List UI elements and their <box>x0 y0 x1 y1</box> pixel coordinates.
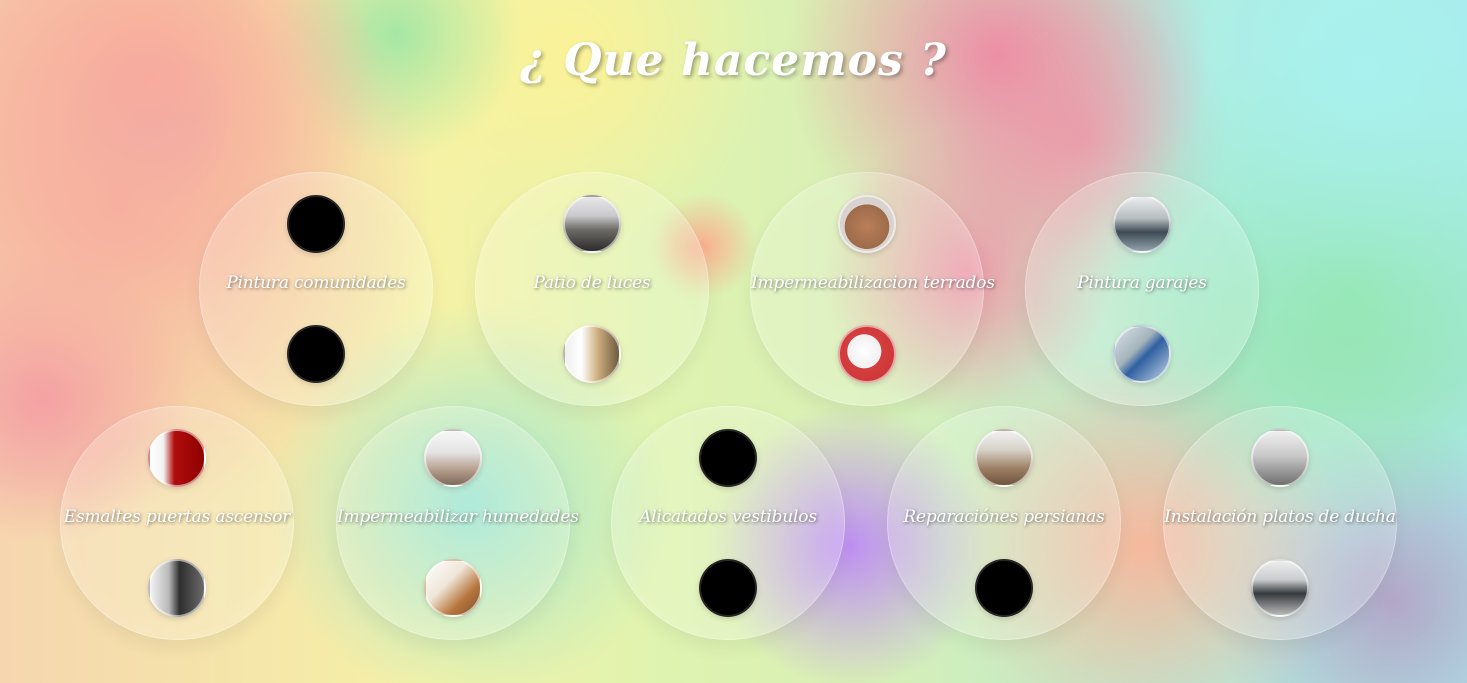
service-card-instalacion-platos-de-ducha[interactable]: Instalación platos de ducha <box>1163 406 1397 640</box>
service-image-top <box>699 429 757 487</box>
service-image-top <box>563 195 621 253</box>
page-title: ¿ Que hacemos ? <box>520 35 947 86</box>
service-image-bottom <box>838 325 896 383</box>
service-image-bottom <box>699 559 757 617</box>
service-card-reparaciones-persianas[interactable]: Reparaciónes persianas <box>887 406 1121 640</box>
service-image-bottom <box>148 559 206 617</box>
service-image-top <box>424 429 482 487</box>
service-label: Alicatados vestibulos <box>639 507 817 527</box>
service-image-top <box>148 429 206 487</box>
service-label: Esmaltes puertas ascensor <box>63 507 291 527</box>
service-label: Impermeabilizar humedades <box>337 507 579 527</box>
service-label: Pintura garajes <box>1077 273 1207 293</box>
service-image-top <box>287 195 345 253</box>
service-image-top <box>975 429 1033 487</box>
service-image-top <box>1113 195 1171 253</box>
service-image-bottom <box>563 325 621 383</box>
service-image-top <box>1251 429 1309 487</box>
service-label: Instalación platos de ducha <box>1164 507 1396 527</box>
service-image-bottom <box>975 559 1033 617</box>
service-card-esmaltes-puertas-ascensor[interactable]: Esmaltes puertas ascensor <box>60 406 294 640</box>
service-card-pintura-garajes[interactable]: Pintura garajes <box>1025 172 1259 406</box>
service-image-bottom <box>1251 559 1309 617</box>
service-image-bottom <box>1113 325 1171 383</box>
service-card-pintura-comunidades[interactable]: Pintura comunidades <box>199 172 433 406</box>
service-label: Impermeabilizacion terrados <box>751 273 995 293</box>
service-image-bottom <box>287 325 345 383</box>
service-label: Reparaciónes persianas <box>903 507 1105 527</box>
service-card-patio-de-luces[interactable]: Patio de luces <box>475 172 709 406</box>
service-image-bottom <box>424 559 482 617</box>
service-card-alicatados-vestibulos[interactable]: Alicatados vestibulos <box>611 406 845 640</box>
service-image-top <box>838 195 896 253</box>
service-label: Patio de luces <box>533 273 651 293</box>
service-label: Pintura comunidades <box>226 273 406 293</box>
service-card-impermeabilizar-humedades[interactable]: Impermeabilizar humedades <box>336 406 579 640</box>
service-card-impermeabilizacion-terrados[interactable]: Impermeabilizacion terrados <box>750 172 995 406</box>
